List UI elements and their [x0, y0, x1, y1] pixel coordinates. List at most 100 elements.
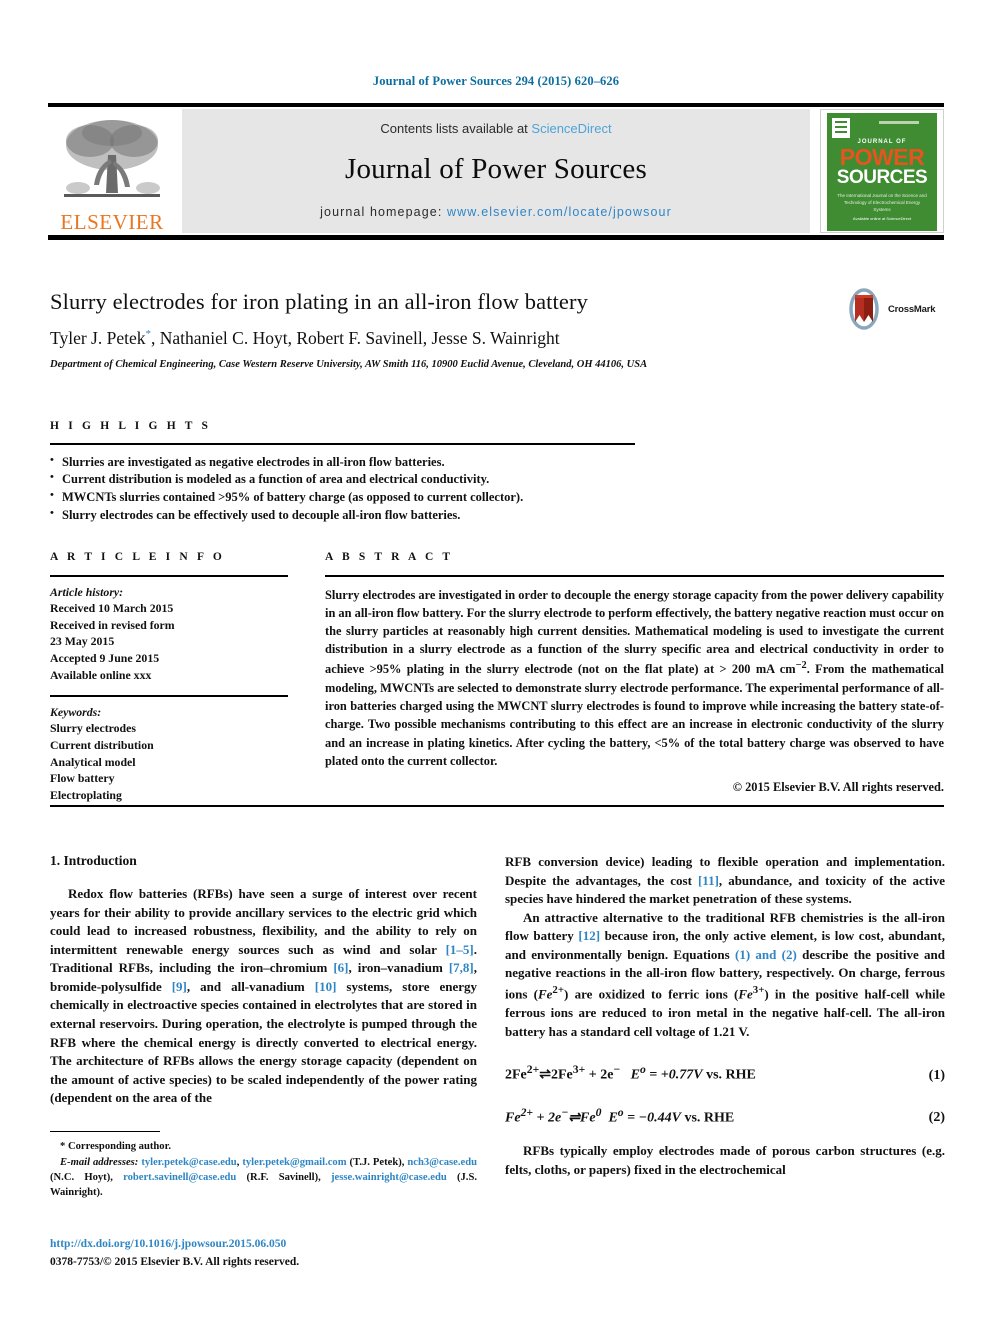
affiliation: Department of Chemical Engineering, Case… — [50, 359, 648, 370]
equation-1-number: (1) — [928, 1067, 945, 1083]
email-link[interactable]: robert.savinell@case.edu — [123, 1172, 236, 1183]
right-paragraph-1: RFB conversion device) leading to flexib… — [505, 853, 945, 909]
keyword-item: Electroplating — [50, 787, 122, 802]
email-sep: (T.J. Petek), — [346, 1156, 408, 1168]
eq1-lhs-sup: 2+ — [526, 1063, 540, 1077]
list-item: Slurries are investigated as negative el… — [50, 453, 650, 472]
eq2-potential-symbol: E — [608, 1110, 618, 1126]
abstract-heading: A B S T R A C T — [325, 551, 454, 563]
contents-prefix: Contents lists available at — [380, 121, 532, 136]
section-heading-introduction: 1. Introduction — [50, 853, 137, 868]
eq2-lhs-sup: 2+ — [520, 1105, 534, 1119]
eq2-tail-sup: 0 — [595, 1105, 602, 1119]
eq1-potential-symbol: E — [630, 1067, 640, 1083]
history-accepted: Accepted 9 June 2015 — [50, 651, 160, 665]
history-revised: Received in revised form — [50, 617, 175, 632]
fe2-charge: 2+ — [552, 984, 565, 997]
article-info-heading: A R T I C L E I N F O — [50, 551, 225, 563]
article-info-section: A R T I C L E I N F O Article history: R… — [50, 551, 288, 804]
right-paragraph-2: An attractive alternative to the traditi… — [505, 909, 945, 1041]
eq2-reference: vs. RHE — [680, 1110, 735, 1126]
crossmark-label: CrossMark — [888, 303, 936, 315]
citation-ref[interactable]: [7,8] — [449, 960, 474, 975]
eq2-lhs: Fe — [505, 1110, 521, 1126]
fe3-charge: 3+ — [752, 984, 765, 997]
author-list: Tyler J. Petek*, Nathaniel C. Hoyt, Robe… — [50, 328, 840, 349]
email-link[interactable]: tyler.petek@case.edu — [141, 1157, 236, 1168]
citation-ref[interactable]: [6] — [333, 960, 348, 975]
abstract-rule — [325, 575, 944, 577]
intro-paragraph-1: Redox flow batteries (RFBs) have seen a … — [50, 885, 477, 1108]
history-revised-date: 23 May 2015 — [50, 634, 115, 649]
keyword-item: Analytical model — [50, 754, 136, 769]
highlights-section: H I G H L I G H T S Slurries are investi… — [50, 420, 650, 525]
masthead-banner: Contents lists available at ScienceDirec… — [182, 109, 810, 233]
journal-cover-thumbnail[interactable]: JOURNAL OF POWER SOURCES The Internation… — [820, 109, 944, 233]
list-item: Slurry electrodes can be effectively use… — [50, 506, 650, 525]
masthead-rule-top — [48, 103, 944, 107]
sciencedirect-link[interactable]: ScienceDirect — [531, 121, 611, 136]
citation-ref[interactable]: [12] — [578, 928, 600, 943]
intro-text-c: , iron–vanadium — [348, 960, 449, 976]
highlights-list: Slurries are investigated as negative el… — [50, 453, 650, 525]
email-link[interactable]: tyler.petek@gmail.com — [242, 1157, 346, 1168]
eq1-mid-sup: 3+ — [572, 1063, 586, 1077]
masthead-rule-bottom — [48, 235, 944, 240]
article-history-label: Article history: — [50, 584, 124, 599]
keyword-item: Flow battery — [50, 771, 115, 786]
citation-ref[interactable]: [9] — [172, 979, 187, 994]
equation-ref-2[interactable]: (2) — [782, 947, 797, 962]
equation-ref-1[interactable]: (1) and — [735, 947, 776, 962]
contents-available-line: Contents lists available at ScienceDirec… — [380, 121, 611, 136]
cover-sources-word: SOURCES — [836, 167, 928, 188]
elsevier-logo: ELSEVIER — [48, 109, 176, 233]
authors-rest: , Nathaniel C. Hoyt, Robert F. Savinell,… — [151, 328, 560, 348]
equation-2: Fe2+ + 2e−⇌Fe0 Eo = −0.44V vs. RHE (2) — [505, 1106, 945, 1127]
citation-ref[interactable]: [10] — [315, 979, 337, 994]
homepage-prefix: journal homepage: — [320, 205, 447, 219]
elsevier-wordmark: ELSEVIER — [60, 210, 164, 233]
authors-names: Tyler J. Petek — [50, 328, 146, 348]
keywords-block: Keywords: Slurry electrodes Current dist… — [50, 704, 288, 804]
corresponding-author-note: * Corresponding author. — [60, 1141, 171, 1153]
history-online: Available online xxx — [50, 667, 152, 682]
email-link[interactable]: nch3@case.edu — [407, 1157, 477, 1168]
eq1-tail-sup: − — [613, 1063, 621, 1077]
equation-2-number: (2) — [928, 1110, 945, 1126]
equation-2-body: Fe2+ + 2e−⇌Fe0 Eo = −0.44V vs. RHE — [505, 1106, 734, 1127]
intro-text-a: Redox flow batteries (RFBs) have seen a … — [50, 886, 477, 957]
eq1-mid: ⇌2Fe — [539, 1067, 573, 1083]
eq1-lhs: 2Fe — [505, 1067, 527, 1083]
journal-article-page: Journal of Power Sources 294 (2015) 620–… — [0, 0, 992, 1323]
abstract-superscript: −2 — [795, 660, 807, 672]
elsevier-tree-icon — [64, 120, 160, 197]
article-history-block: Article history: Received 10 March 2015 … — [50, 584, 288, 684]
eq1-potential-value: = +0.77V — [645, 1067, 703, 1083]
abstract-text: Slurry electrodes are investigated in or… — [325, 586, 944, 770]
history-received: Received 10 March 2015 — [50, 601, 174, 616]
cover-power-word: POWER — [839, 144, 925, 170]
issn-copyright-line: 0378-7753/© 2015 Elsevier B.V. All right… — [50, 1256, 300, 1268]
running-head: Journal of Power Sources 294 (2015) 620–… — [372, 74, 620, 88]
homepage-url-link[interactable]: www.elsevier.com/locate/jpowsour — [447, 205, 672, 219]
right-text-f: ) are oxidized to ferric ions ( — [564, 986, 739, 1002]
abstract-section: A B S T R A C T Slurry electrodes are in… — [325, 551, 944, 795]
article-info-separator — [50, 695, 288, 697]
keyword-item: Slurry electrodes — [50, 721, 136, 736]
title-block: Slurry electrodes for iron plating in an… — [50, 288, 840, 370]
right-paragraph-3: RFBs typically employ electrodes made of… — [505, 1143, 945, 1177]
body-column-left: 1. Introduction Redox flow batteries (RF… — [50, 853, 477, 1108]
highlights-heading: H I G H L I G H T S — [50, 420, 212, 432]
journal-homepage-line: journal homepage: www.elsevier.com/locat… — [320, 205, 672, 219]
citation-ref[interactable]: [11] — [698, 873, 719, 888]
eq2-potential-value: = −0.44V — [623, 1110, 681, 1126]
crossmark-icon — [849, 288, 879, 330]
email-sep: (R.F. Savinell), — [236, 1172, 331, 1184]
email-link[interactable]: jesse.wainright@case.edu — [331, 1172, 447, 1183]
doi-link[interactable]: http://dx.doi.org/10.1016/j.jpowsour.201… — [50, 1238, 286, 1250]
crossmark-badge[interactable]: CrossMark — [843, 286, 945, 332]
article-info-rule — [50, 575, 288, 577]
abstract-part-2: . From the mathematical modeling, MWCNTs… — [325, 662, 944, 768]
body-column-right: RFB conversion device) leading to flexib… — [505, 853, 945, 1180]
citation-ref[interactable]: [1–5] — [446, 942, 474, 957]
